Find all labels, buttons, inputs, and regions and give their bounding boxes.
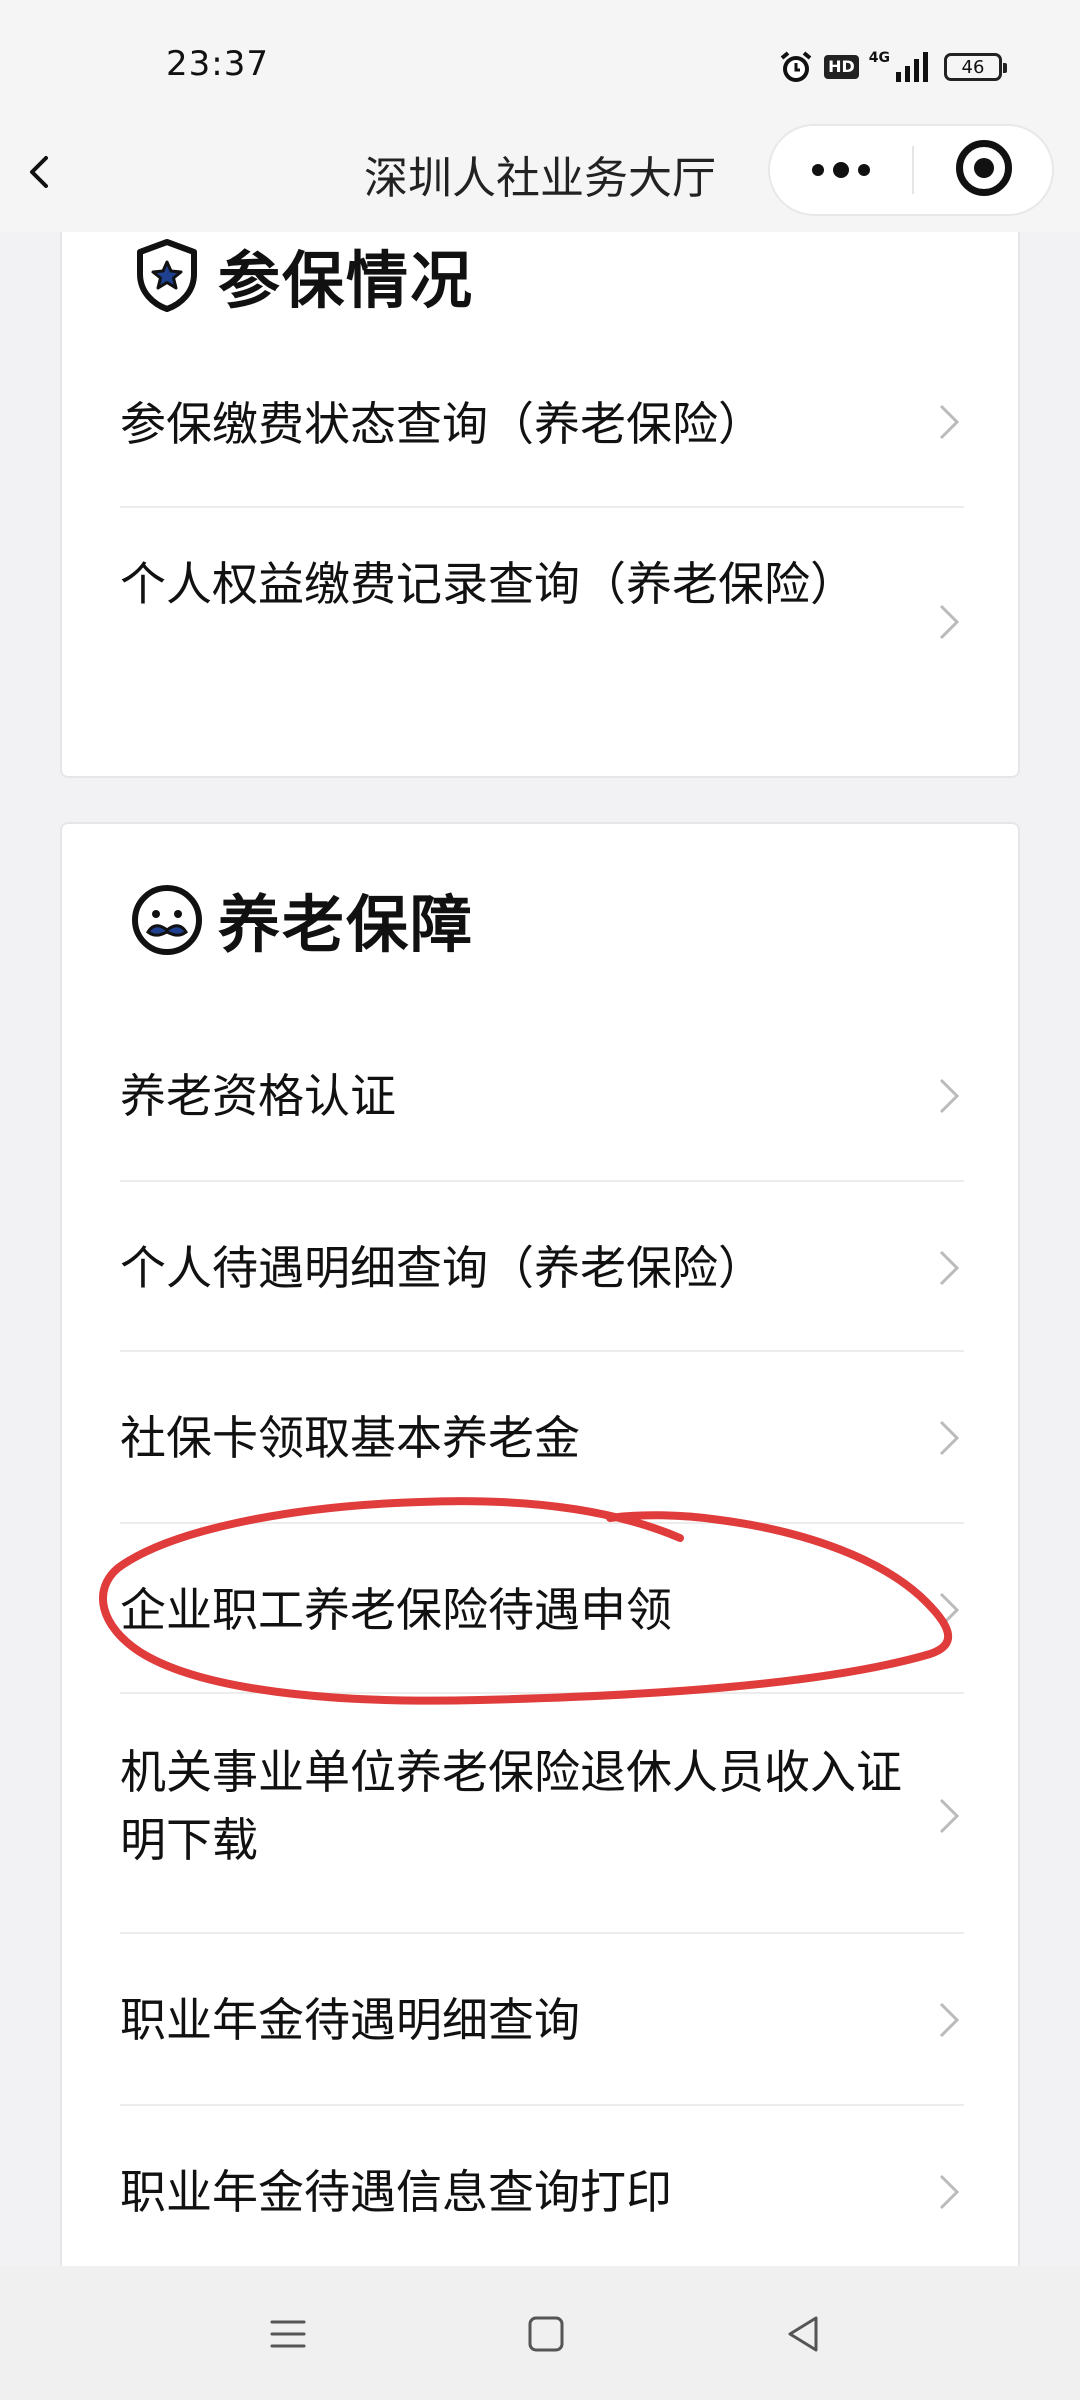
list-item-label: 社保卡领取基本养老金 [120, 1411, 580, 1465]
chevron-right-icon [939, 2002, 960, 2038]
pension-card: 养老保障 养老资格认证 个人待遇明细查询（养老保险） 社保卡领取基本养老金 企业… [60, 822, 1020, 2272]
list-item[interactable]: 参保缴费状态查询（养老保险） [120, 336, 964, 508]
section-header: 参保情况 [128, 230, 474, 320]
list-item-label: 个人待遇明细查询（养老保险） [120, 1241, 764, 1295]
chevron-right-icon [939, 1592, 960, 1628]
close-miniprogram-icon[interactable] [956, 140, 1012, 196]
chevron-right-icon [939, 1798, 960, 1834]
more-dot-icon [833, 162, 849, 178]
list-item-label: 机关事业单位养老保险退休人员收入证明下载 [120, 1745, 902, 1867]
back-nav-icon[interactable] [780, 2310, 828, 2358]
chevron-right-icon [939, 1250, 960, 1286]
list-item[interactable]: 个人待遇明细查询（养老保险） [120, 1182, 964, 1352]
more-dot-icon [812, 164, 824, 176]
section-header: 养老保障 [128, 874, 474, 964]
signal-icon [896, 52, 928, 82]
list-item[interactable]: 机关事业单位养老保险退休人员收入证明下载 [120, 1694, 964, 1934]
home-nav-icon[interactable] [522, 2310, 570, 2358]
insurance-status-card: 参保情况 参保缴费状态查询（养老保险） 个人权益缴费记录查询（养老保险） [60, 150, 1020, 778]
chevron-right-icon [939, 2174, 960, 2210]
shield-star-icon [137, 239, 197, 312]
list-item[interactable]: 养老资格认证 [120, 1010, 964, 1182]
status-icons: HD 4G 46 [778, 46, 1007, 88]
elder-face-icon [132, 885, 202, 955]
system-nav-bar [0, 2266, 1080, 2400]
list-item[interactable]: 职业年金待遇信息查询打印 [120, 2106, 964, 2270]
menu-nav-icon[interactable] [264, 2310, 312, 2358]
network-type: 4G [868, 50, 890, 66]
chevron-right-icon [939, 1078, 960, 1114]
alarm-icon [780, 51, 812, 82]
hd-badge: HD [824, 55, 859, 79]
chevron-right-icon [939, 604, 960, 640]
list-item-label: 职业年金待遇信息查询打印 [120, 2165, 672, 2219]
list-item[interactable]: 职业年金待遇明细查询 [120, 1934, 964, 2106]
status-time: 23:37 [166, 44, 269, 84]
capsule-divider [912, 146, 914, 194]
miniprogram-capsule [768, 124, 1054, 216]
chevron-right-icon [939, 404, 960, 440]
list-item-highlighted[interactable]: 企业职工养老保险待遇申领 [120, 1524, 964, 1694]
battery-level: 46 [961, 56, 985, 78]
list-item-label: 个人权益缴费记录查询（养老保险） [120, 557, 856, 611]
chevron-right-icon [939, 1420, 960, 1456]
list-item-label: 职业年金待遇明细查询 [120, 1993, 580, 2047]
section-title: 参保情况 [218, 244, 475, 317]
section-title: 养老保障 [218, 888, 475, 961]
more-button[interactable] [770, 126, 912, 214]
top-bar: 23:37 HD 4G 46 深圳人社业务大厅 [0, 0, 1080, 232]
battery-icon: 46 [944, 53, 1007, 81]
list-item[interactable]: 个人权益缴费记录查询（养老保险） [120, 508, 964, 734]
list-item-label: 养老资格认证 [120, 1069, 396, 1123]
list-item-label: 企业职工养老保险待遇申领 [120, 1583, 672, 1637]
more-dot-icon [858, 164, 870, 176]
list-item[interactable]: 社保卡领取基本养老金 [120, 1352, 964, 1524]
list-item-label: 参保缴费状态查询（养老保险） [120, 397, 764, 451]
